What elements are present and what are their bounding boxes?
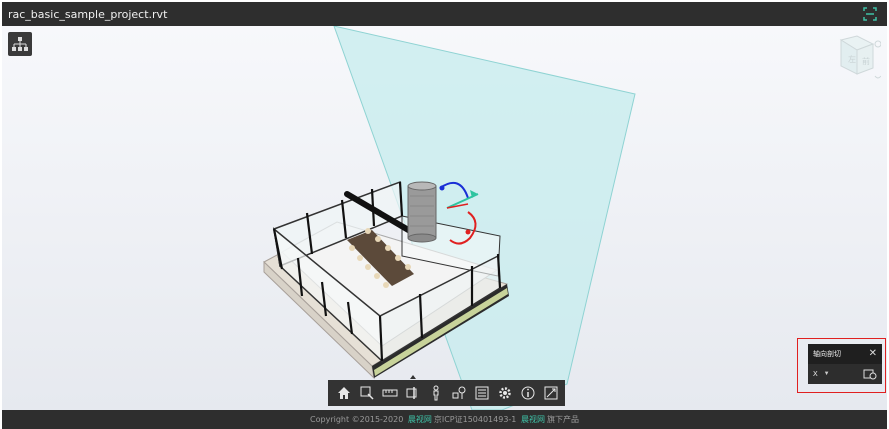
panel-title: 轴向剖切	[813, 350, 841, 358]
title-bar: rac_basic_sample_project.rvt	[2, 2, 887, 26]
viewcube-rotate-icon	[874, 75, 881, 79]
3d-viewport[interactable]: 左 前	[2, 26, 887, 410]
footer: Copyright ©2015-2020 晨视网 京ICP证150401493-…	[2, 410, 887, 429]
footer-suffix: 旗下产品	[546, 415, 579, 424]
viewcube-home-icon	[874, 40, 881, 48]
hierarchy-icon	[12, 37, 28, 51]
explode-button[interactable]	[447, 380, 470, 406]
close-icon[interactable]: ✕	[869, 349, 877, 359]
measure-button[interactable]	[378, 380, 401, 406]
chevron-down-icon[interactable]: ▼	[824, 371, 830, 377]
cylindrical-column	[407, 185, 437, 239]
footer-brand-link[interactable]: 晨视网	[408, 414, 432, 425]
window-title: rac_basic_sample_project.rvt	[8, 8, 168, 21]
section-button[interactable]	[401, 375, 424, 406]
section-icon	[406, 387, 416, 399]
fullscreen-button[interactable]	[539, 380, 562, 406]
walk-person-icon	[433, 385, 438, 401]
properties-icon	[475, 386, 488, 400]
fullscreen-toggle-icon[interactable]	[863, 7, 877, 21]
section-toggle-icon[interactable]	[863, 368, 877, 380]
viewcube-left-label[interactable]: 左	[848, 54, 856, 64]
model-tree-button[interactable]	[8, 32, 32, 56]
viewcube-front-label[interactable]: 前	[862, 56, 870, 66]
axis-section-panel: 轴向剖切 ✕ X ▼	[808, 344, 882, 384]
footer-icp: 京ICP证150401493-1	[433, 415, 517, 424]
panel-body: X ▼	[808, 364, 882, 384]
properties-button[interactable]	[470, 380, 493, 406]
settings-gear-icon	[498, 387, 511, 399]
settings-button[interactable]	[493, 380, 516, 406]
info-button[interactable]	[516, 380, 539, 406]
measure-icon	[382, 389, 397, 397]
home-button[interactable]	[332, 380, 355, 406]
fullscreen-icon	[544, 386, 557, 400]
home-icon	[337, 387, 350, 399]
zoom-window-button[interactable]	[355, 380, 378, 406]
footer-brand-link-2[interactable]: 晨视网	[521, 414, 545, 425]
walk-button[interactable]	[424, 380, 447, 406]
view-cube[interactable]: 左 前	[821, 34, 881, 94]
zoom-window-icon	[360, 386, 374, 400]
model-scene[interactable]	[2, 26, 887, 410]
explode-icon	[452, 386, 465, 399]
footer-copyright: Copyright ©2015-2020	[310, 415, 404, 424]
axis-select[interactable]: X	[813, 371, 818, 378]
info-icon	[521, 386, 534, 400]
bottom-toolbar	[328, 375, 565, 406]
panel-header: 轴向剖切 ✕	[808, 344, 882, 364]
